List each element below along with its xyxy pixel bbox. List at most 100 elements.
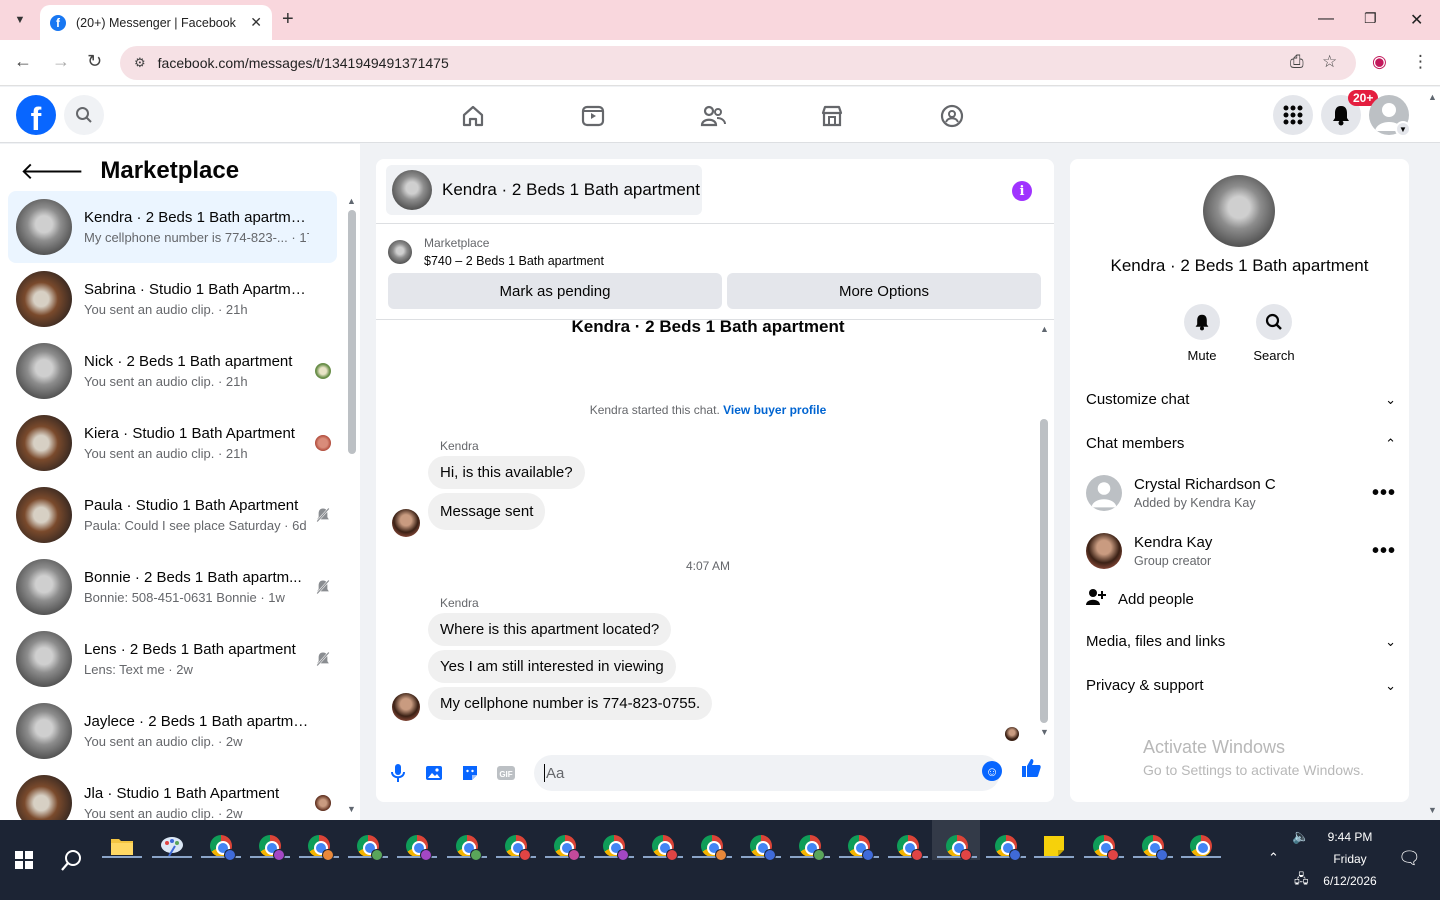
windows-start-icon[interactable] <box>8 844 40 876</box>
conversation-item[interactable]: Kendra · 2 Beds 1 Bath apartment My cellp… <box>8 191 337 263</box>
bookmark-star-icon[interactable]: ☆ <box>1322 52 1337 72</box>
message-bubble[interactable]: Hi, is this available? <box>428 456 585 489</box>
new-tab-button[interactable]: + <box>282 8 294 31</box>
clock-date[interactable]: 6/12/2026 <box>1314 874 1386 888</box>
sticker-button[interactable] <box>458 761 482 785</box>
nav-home[interactable] <box>458 101 488 131</box>
conversation-avatar <box>16 559 72 615</box>
add-people-button[interactable]: Add people <box>1086 587 1194 611</box>
search-button[interactable] <box>64 95 104 135</box>
member-row[interactable]: Crystal Richardson C Added by Kendra Kay… <box>1086 471 1396 515</box>
member-row[interactable]: Kendra Kay Group creator ••• <box>1086 529 1396 573</box>
sender-avatar[interactable] <box>392 509 420 537</box>
more-options-icon[interactable]: ••• <box>1372 540 1396 563</box>
profile-badge-icon <box>813 849 825 861</box>
show-hidden-icons-icon[interactable]: ⌃ <box>1268 850 1279 866</box>
info-icon[interactable]: i <box>1012 181 1032 201</box>
back-icon[interactable]: ← <box>14 51 32 72</box>
chevron-up-icon: ⌃ <box>1385 435 1396 451</box>
site-info-icon[interactable]: ⚙ <box>134 55 146 71</box>
media-files-section[interactable]: Media, files and links ⌄ <box>1086 633 1396 650</box>
voice-clip-button[interactable] <box>386 761 410 785</box>
sender-avatar[interactable] <box>392 693 420 721</box>
conversation-scrollbar[interactable] <box>348 210 356 454</box>
browser-tab[interactable]: f (20+) Messenger | Facebook ✕ <box>40 5 272 40</box>
nav-watch[interactable] <box>578 101 608 131</box>
profile-badge-icon <box>911 849 923 861</box>
chat-scrollbar[interactable] <box>1040 419 1048 723</box>
chat-profile-avatar[interactable] <box>1203 175 1275 247</box>
tab-title: (20+) Messenger | Facebook <box>76 15 236 30</box>
conversation-item[interactable]: Bonnie · 2 Beds 1 Bath apartm... Bonnie: … <box>8 551 337 623</box>
conversation-item[interactable]: Lens · 2 Beds 1 Bath apartment Lens: Text… <box>8 623 337 695</box>
search-icon <box>1256 304 1292 340</box>
conversation-item[interactable]: Nick · 2 Beds 1 Bath apartment You sent a… <box>8 335 337 407</box>
install-app-icon[interactable]: ⎙ <box>1290 52 1304 72</box>
mute-button[interactable]: Mute <box>1172 304 1232 363</box>
message-bubble[interactable]: Message sent <box>428 493 546 530</box>
conversation-item[interactable]: Paula · Studio 1 Bath Apartment Paula: Co… <box>8 479 337 551</box>
forward-icon[interactable]: → <box>52 51 70 72</box>
close-tab-icon[interactable]: ✕ <box>250 14 262 31</box>
member-avatar <box>1086 533 1122 569</box>
mute-label: Mute <box>1187 348 1217 363</box>
privacy-support-section[interactable]: Privacy & support ⌄ <box>1086 677 1396 694</box>
message-bubble[interactable]: Where is this apartment located? <box>428 613 672 646</box>
tab-search-dropdown[interactable]: ▼ <box>6 6 34 34</box>
thumbs-up-icon[interactable] <box>1020 757 1042 785</box>
menu-button[interactable] <box>1273 95 1313 135</box>
maximize-icon[interactable]: ❐ <box>1364 10 1377 27</box>
conversation-item[interactable]: Kiera · Studio 1 Bath Apartment You sent … <box>8 407 337 479</box>
customize-chat-section[interactable]: Customize chat ⌄ <box>1086 391 1396 408</box>
search-icon[interactable] <box>56 844 88 876</box>
scroll-down-icon[interactable]: ▼ <box>1040 727 1049 737</box>
gif-button[interactable]: GIF <box>494 761 518 785</box>
clock-time[interactable]: 9:44 PM <box>1318 830 1382 844</box>
facebook-logo-icon[interactable]: f <box>16 95 56 135</box>
reload-icon[interactable]: ↻ <box>87 51 102 72</box>
page-scroll-down-icon[interactable]: ▼ <box>1428 805 1437 815</box>
conversation-avatar <box>16 703 72 759</box>
more-options-button[interactable]: More Options <box>727 273 1041 309</box>
chat-details-panel: Kendra · 2 Beds 1 Bath apartment Mute Se… <box>1070 159 1409 802</box>
scroll-up-icon[interactable]: ▲ <box>347 196 356 206</box>
notifications-center-icon[interactable]: 🗨 <box>1398 848 1421 869</box>
chat-header[interactable]: Kendra · 2 Beds 1 Bath apartment <box>386 165 702 215</box>
nav-marketplace[interactable] <box>817 101 847 131</box>
chat-members-section[interactable]: Chat members ⌃ <box>1086 435 1396 452</box>
conversation-item[interactable]: Jaylece · 2 Beds 1 Bath apartment You sen… <box>8 695 337 767</box>
conversation-avatar <box>16 271 72 327</box>
minimize-icon[interactable]: — <box>1318 10 1334 28</box>
scroll-up-icon[interactable]: ▲ <box>1040 324 1049 334</box>
message-bubble[interactable]: My cellphone number is 774-823-0755. <box>428 687 713 720</box>
message-input[interactable]: Aa <box>534 755 1000 791</box>
close-window-icon[interactable]: ✕ <box>1410 10 1423 30</box>
nav-friends[interactable] <box>698 101 728 131</box>
url-text: facebook.com/messages/t/1341949491371475 <box>157 55 449 71</box>
chrome-menu-icon[interactable]: ⋮ <box>1412 52 1429 72</box>
chrome-icon <box>505 835 531 861</box>
volume-icon[interactable]: 🔈 <box>1292 828 1309 845</box>
sender-name: Kendra <box>440 596 479 610</box>
scroll-down-icon[interactable]: ▼ <box>347 804 356 814</box>
profile-icon[interactable]: ◉ <box>1372 52 1387 72</box>
nav-gaming[interactable] <box>937 101 967 131</box>
listing-info[interactable]: Marketplace $740 – 2 Beds 1 Bath apartme… <box>388 236 604 268</box>
attach-photo-button[interactable] <box>422 761 446 785</box>
view-buyer-profile-link[interactable]: View buyer profile <box>723 403 826 417</box>
mark-pending-button[interactable]: Mark as pending <box>388 273 722 309</box>
emoji-icon[interactable]: ☺ <box>982 761 1002 781</box>
back-arrow-icon[interactable]: 🡐 <box>20 156 84 186</box>
address-bar[interactable]: ⚙ facebook.com/messages/t/13419494913714… <box>120 46 1356 80</box>
chrome-icon <box>456 835 482 861</box>
clock-day[interactable]: Friday <box>1318 852 1382 866</box>
chrome-icon <box>554 835 580 861</box>
account-chevron-icon[interactable]: ▼ <box>1395 121 1411 137</box>
network-icon[interactable]: 🖧 <box>1294 870 1309 892</box>
conversation-preview: You sent an audio clip. · 21h <box>84 302 248 317</box>
message-bubble[interactable]: Yes I am still interested in viewing <box>428 650 676 683</box>
page-scroll-up-icon[interactable]: ▲ <box>1428 92 1437 102</box>
search-in-chat-button[interactable]: Search <box>1244 304 1304 363</box>
more-options-icon[interactable]: ••• <box>1372 482 1396 505</box>
conversation-item[interactable]: Sabrina · Studio 1 Bath Apartment You sen… <box>8 263 337 335</box>
